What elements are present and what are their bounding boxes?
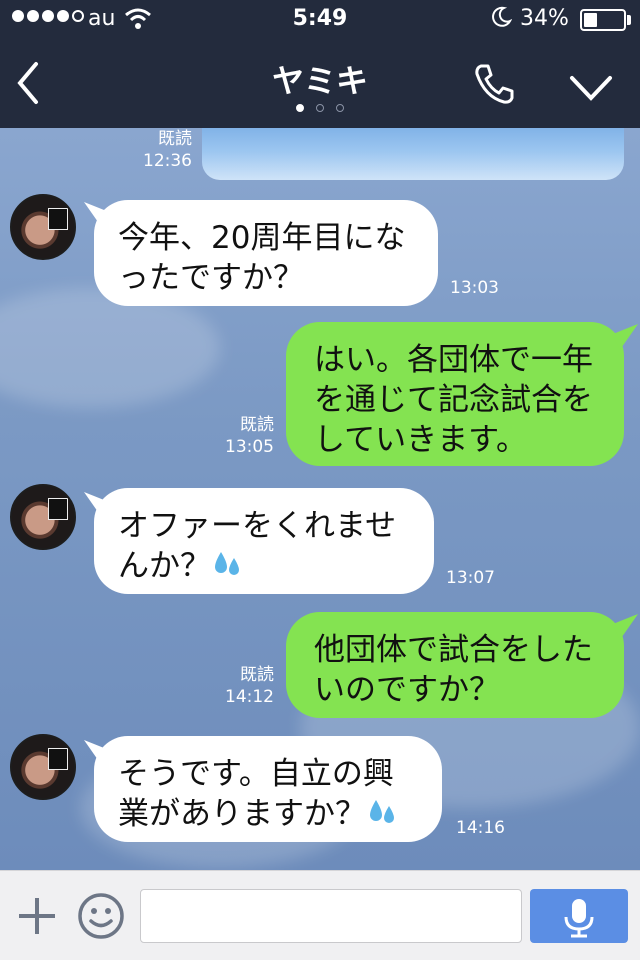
message-line: いのですか？ — [314, 672, 500, 708]
message-bubble[interactable]: オファーをくれませ んか？ — [94, 488, 434, 594]
message-meta: 既読 13:05 — [214, 414, 274, 458]
message-line: 今年、20周年目にな — [118, 220, 406, 256]
message-time: 12:36 — [143, 151, 192, 171]
avatar[interactable] — [10, 194, 76, 260]
message-line: 他団体で試合をした — [314, 632, 593, 668]
page-dot — [296, 104, 304, 112]
message-input[interactable] — [140, 889, 522, 943]
moon-icon — [492, 6, 512, 27]
read-receipt: 既読 — [240, 665, 274, 685]
message-time: 13:07 — [446, 568, 495, 588]
sweat-drops-icon — [215, 552, 239, 575]
microphone-icon — [564, 899, 594, 938]
chevron-down-icon[interactable] — [568, 70, 614, 104]
mic-button[interactable] — [530, 889, 628, 943]
input-bar — [0, 870, 640, 960]
plus-icon[interactable] — [16, 895, 58, 937]
message-bubble[interactable]: 他団体で試合をした いのですか？ — [286, 612, 624, 718]
message-line: オファーをくれませ — [118, 508, 397, 544]
message-line: ったですか？ — [118, 260, 304, 296]
message-line: んか？ — [118, 548, 211, 584]
battery-icon — [580, 9, 626, 31]
message-line: 業がありますか？ — [118, 796, 366, 832]
read-receipt: 既読 — [158, 129, 192, 149]
message-bubble[interactable]: 今年、20周年目にな ったですか？ — [94, 200, 438, 306]
battery-percent: 34% — [520, 6, 569, 31]
smiley-icon[interactable] — [76, 891, 126, 941]
chat-area[interactable]: 既読 12:36 今年、20周年目にな ったですか？ 13:03 既読 13:0… — [0, 128, 640, 870]
message-line: そうです。自立の興 — [118, 756, 394, 792]
avatar[interactable] — [10, 484, 76, 550]
message-meta: 既読 12:36 — [132, 128, 192, 172]
image-message[interactable] — [202, 128, 624, 180]
page-indicator — [0, 104, 640, 112]
message-time: 13:05 — [225, 437, 274, 457]
chat-title: ヤミキ — [271, 62, 368, 100]
avatar[interactable] — [10, 734, 76, 800]
sweat-drops-icon — [370, 800, 394, 823]
message-line: はい。各団体で一年 — [314, 342, 593, 378]
message-line: を通じて記念試合を — [314, 382, 593, 418]
message-bubble[interactable]: そうです。自立の興 業がありますか？ — [94, 736, 442, 842]
top-bar: au 5:49 34% ヤミキ — [0, 0, 640, 128]
message-time: 14:16 — [456, 818, 505, 838]
page-dot — [316, 104, 324, 112]
phone-icon[interactable] — [472, 62, 516, 106]
message-bubble[interactable]: はい。各団体で一年 を通じて記念試合を していきます。 — [286, 322, 624, 466]
message-line: していきます。 — [314, 422, 527, 458]
read-receipt: 既読 — [240, 415, 274, 435]
message-time: 13:03 — [450, 278, 499, 298]
message-meta: 既読 14:12 — [214, 664, 274, 708]
status-bar: au 5:49 34% — [0, 0, 640, 40]
page-dot — [336, 104, 344, 112]
message-time: 14:12 — [225, 687, 274, 707]
